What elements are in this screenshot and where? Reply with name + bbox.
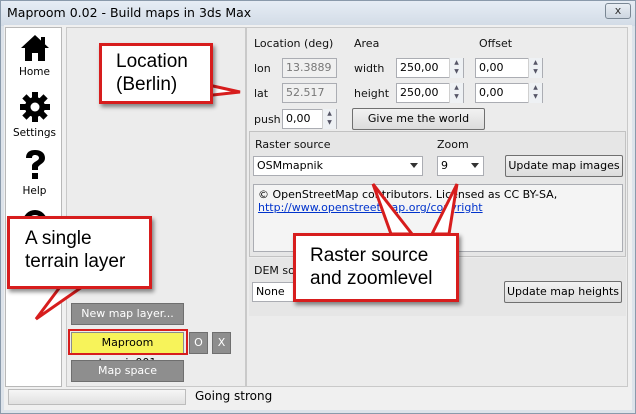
raster-callout-line2: and zoomlevel — [310, 268, 433, 289]
terrain-callout-line2: terrain layer — [25, 251, 126, 272]
raster-callout: Raster source and zoomlevel — [293, 233, 459, 302]
raster-callout-line1: Raster source — [310, 245, 429, 266]
terrain-callout-line1: A single — [25, 228, 92, 249]
selected-layer-highlight — [68, 329, 188, 355]
terrain-callout: A single terrain layer — [7, 216, 152, 289]
